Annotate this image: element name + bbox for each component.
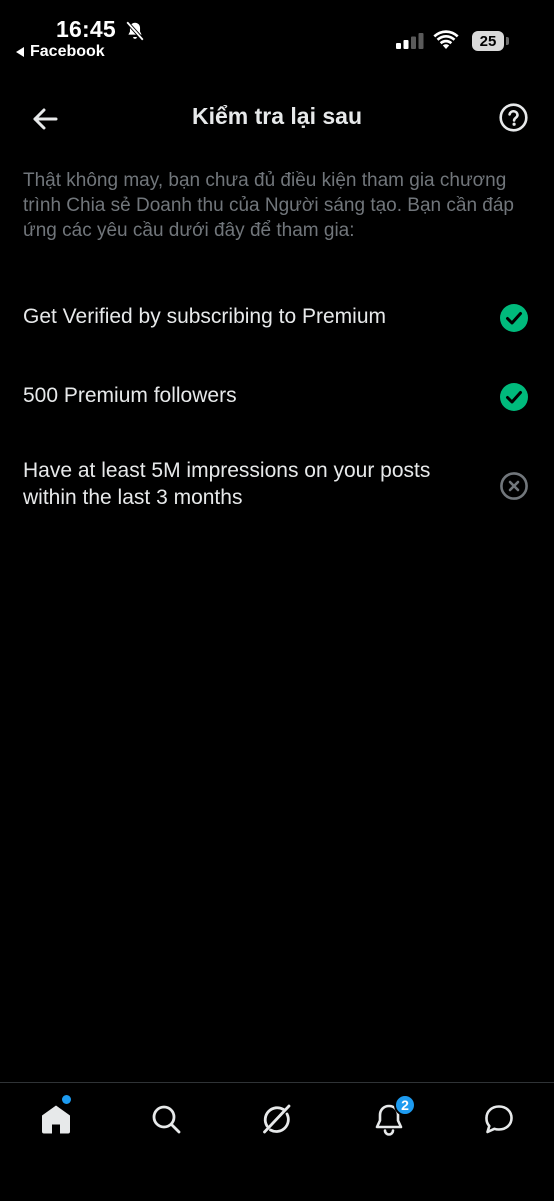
cellular-signal-icon [396, 33, 424, 49]
status-time: 16:45 [56, 16, 116, 42]
home-new-dot [62, 1095, 71, 1104]
tab-grok[interactable] [259, 1101, 295, 1137]
page-title: Kiểm tra lại sau [191, 103, 363, 129]
bell-off-icon [125, 21, 145, 41]
back-app-label: Facebook [30, 43, 105, 60]
header: Kiểm tra lại sau [0, 88, 554, 148]
requirement-label: 500 Premium followers [23, 384, 237, 407]
requirement-label: Get Verified by subscribing to Premium [23, 305, 386, 328]
check-circle-icon [500, 383, 528, 411]
requirement-label: Have at least 5M impressions on your pos… [23, 459, 431, 509]
tab-search[interactable] [148, 1101, 184, 1137]
help-icon[interactable] [499, 103, 528, 132]
back-triangle-icon [16, 47, 24, 57]
search-icon [152, 1105, 181, 1134]
back-to-app-link[interactable]: Facebook [16, 43, 105, 61]
eligibility-intro-text: Thật không may, bạn chưa đủ điều kiện th… [23, 170, 514, 241]
tab-home[interactable] [38, 1101, 74, 1137]
battery-indicator: 25 [472, 31, 504, 51]
tab-messages[interactable] [481, 1101, 517, 1137]
x-circle-icon [500, 472, 528, 500]
wifi-icon [433, 30, 459, 49]
status-bar: 16:45 Facebook 25 [0, 0, 554, 70]
grok-icon [263, 1104, 291, 1134]
battery-tip [506, 37, 509, 45]
bottom-tab-bar: 2 [0, 1082, 554, 1201]
home-icon [42, 1105, 70, 1134]
check-circle-icon [500, 304, 528, 332]
notification-count-badge: 2 [394, 1094, 416, 1116]
message-icon [485, 1105, 513, 1134]
